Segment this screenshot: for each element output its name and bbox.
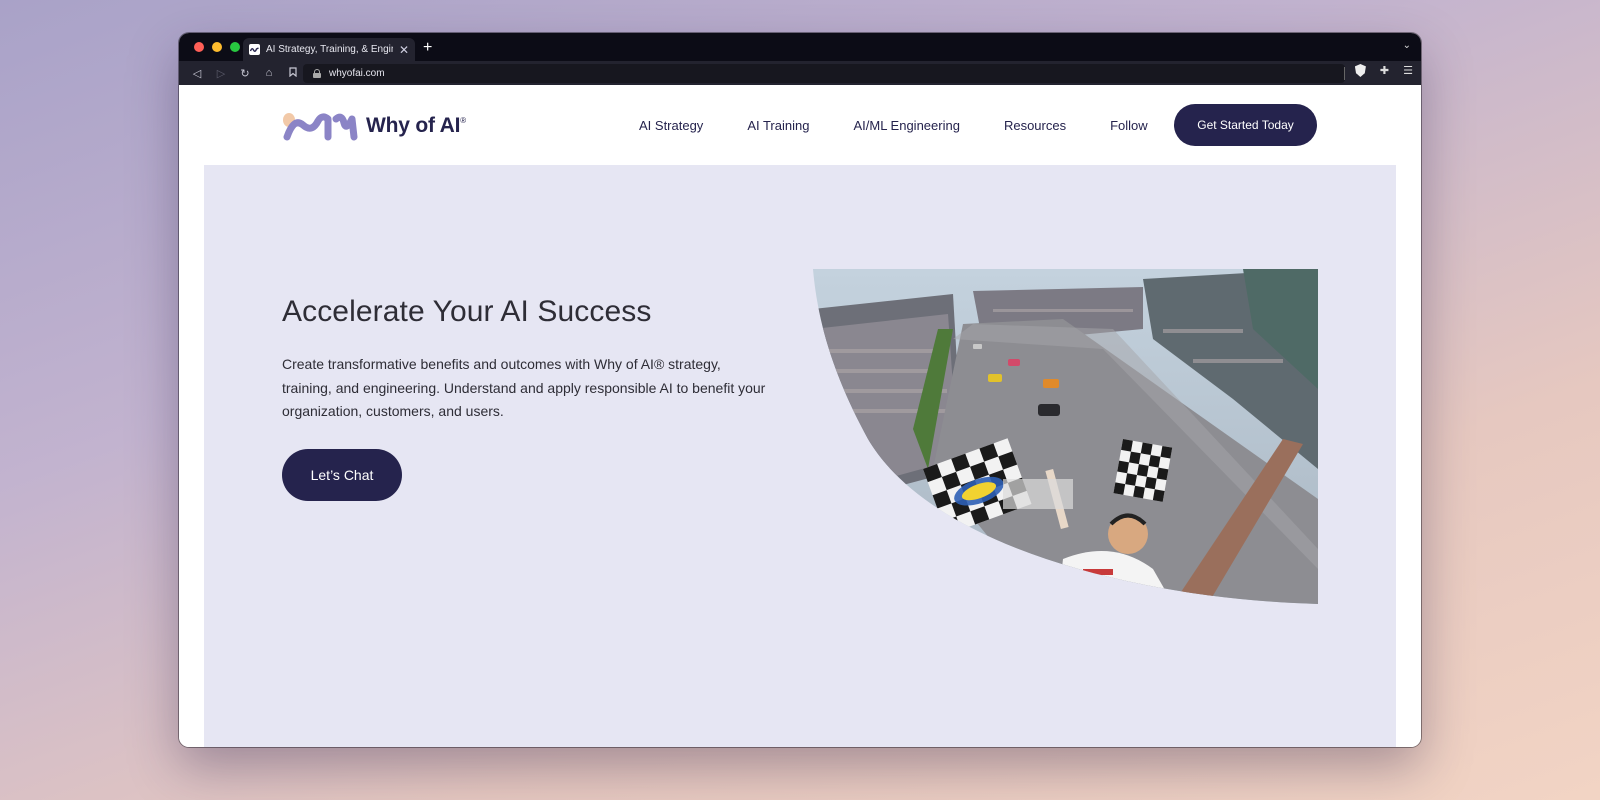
- extensions-puzzle-icon[interactable]: ✚: [1380, 64, 1389, 77]
- forward-icon[interactable]: ▷: [215, 67, 227, 80]
- home-icon[interactable]: ⌂: [263, 67, 275, 79]
- tab-close-icon[interactable]: ✕: [399, 44, 409, 56]
- hero-title: Accelerate Your AI Success: [282, 295, 652, 328]
- menu-icon[interactable]: ☰: [1403, 64, 1413, 77]
- nav-ai-strategy[interactable]: AI Strategy: [639, 118, 703, 133]
- logo-wave-icon: [283, 113, 358, 141]
- site-favicon-icon: [249, 44, 260, 55]
- maximize-window-button[interactable]: [230, 42, 240, 52]
- url-text: whyofai.com: [329, 68, 385, 79]
- web-page: Why of AI® AI Strategy AI Training AI/ML…: [179, 85, 1421, 747]
- reload-icon[interactable]: ↻: [239, 67, 251, 80]
- site-logo[interactable]: Why of AI®: [282, 111, 466, 141]
- window-controls: [194, 42, 240, 52]
- hero-section: Accelerate Your AI Success Create transf…: [204, 165, 1396, 747]
- tab-list-chevron-icon[interactable]: ⌄: [1403, 40, 1411, 51]
- bookmark-icon[interactable]: [287, 66, 299, 80]
- browser-toolbar: ◁ ▷ ↻ ⌂ whyofai.com ✚ ☰: [179, 61, 1421, 85]
- logo-text: Why of AI®: [366, 114, 466, 137]
- main-nav: AI Strategy AI Training AI/ML Engineerin…: [639, 118, 1148, 133]
- get-started-button[interactable]: Get Started Today: [1174, 104, 1317, 146]
- minimize-window-button[interactable]: [212, 42, 222, 52]
- site-header: Why of AI® AI Strategy AI Training AI/ML…: [179, 85, 1421, 165]
- tab-bar: AI Strategy, Training, & Engineering ✕ +…: [179, 33, 1421, 61]
- lock-icon: [313, 69, 321, 78]
- back-icon[interactable]: ◁: [191, 67, 203, 80]
- nav-resources[interactable]: Resources: [1004, 118, 1066, 133]
- address-bar[interactable]: whyofai.com: [303, 64, 1345, 83]
- registered-mark: ®: [460, 116, 466, 125]
- lets-chat-button[interactable]: Let’s Chat: [282, 449, 402, 501]
- browser-window: AI Strategy, Training, & Engineering ✕ +…: [179, 33, 1421, 747]
- hero-racing-photo: [813, 269, 1318, 604]
- close-window-button[interactable]: [194, 42, 204, 52]
- new-tab-icon[interactable]: +: [423, 38, 432, 58]
- nav-ai-training[interactable]: AI Training: [747, 118, 809, 133]
- brave-shield-icon[interactable]: [1354, 64, 1366, 77]
- address-bar-divider: [1344, 67, 1345, 80]
- nav-follow[interactable]: Follow: [1110, 118, 1148, 133]
- tab-title: AI Strategy, Training, & Engineering: [266, 44, 393, 55]
- browser-tab-active[interactable]: AI Strategy, Training, & Engineering ✕: [243, 38, 415, 61]
- hero-description: Create transformative benefits and outco…: [282, 356, 766, 419]
- nav-ai-ml-engineering[interactable]: AI/ML Engineering: [853, 118, 959, 133]
